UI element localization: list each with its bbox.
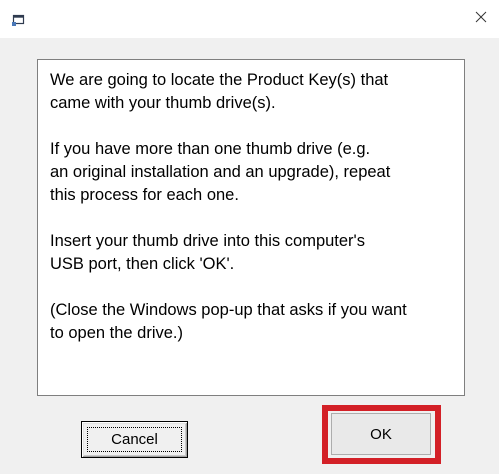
ok-button-label: OK — [370, 425, 392, 443]
app-window-icon — [12, 13, 25, 26]
cancel-button-label: Cancel — [111, 431, 158, 448]
message-paragraph-4: (Close the Windows pop-up that asks if y… — [50, 301, 407, 342]
cancel-button[interactable]: Cancel — [81, 421, 188, 458]
message-box: We are going to locate the Product Key(s… — [37, 59, 465, 396]
message-paragraph-1: We are going to locate the Product Key(s… — [50, 71, 389, 112]
message-paragraph-2: If you have more than one thumb drive (e… — [50, 140, 391, 204]
dialog-body: We are going to locate the Product Key(s… — [0, 38, 499, 474]
ok-button[interactable]: OK — [331, 413, 431, 455]
close-button[interactable] — [466, 5, 496, 33]
message-paragraph-3: Insert your thumb drive into this comput… — [50, 232, 365, 273]
title-bar — [0, 0, 499, 38]
close-icon — [475, 10, 487, 28]
